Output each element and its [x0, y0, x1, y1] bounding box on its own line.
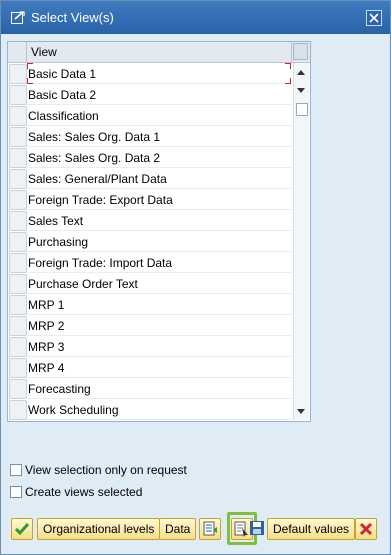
row-selector[interactable]	[9, 379, 27, 399]
row-selector[interactable]	[9, 253, 27, 273]
view-cell[interactable]: Sales: Sales Org. Data 1	[28, 126, 292, 147]
focus-marker	[27, 63, 33, 69]
row-selector[interactable]	[9, 85, 27, 105]
row-selector[interactable]	[9, 127, 27, 147]
option-create-views-selected[interactable]: Create views selected	[10, 484, 142, 500]
select-all-header[interactable]	[8, 42, 27, 62]
view-cell[interactable]: Purchasing	[28, 231, 292, 252]
table-row[interactable]: MRP 4	[8, 357, 292, 378]
scroll-thumb[interactable]	[296, 103, 308, 116]
view-cell[interactable]: Classification	[28, 105, 292, 126]
view-cell[interactable]: MRP 3	[28, 336, 292, 357]
views-table: View Basic Data 1 Basic Data 2 Classific…	[7, 41, 311, 422]
option-view-selection-only[interactable]: View selection only on request	[10, 462, 187, 478]
table-body: Basic Data 1 Basic Data 2 Classification…	[8, 63, 292, 420]
table-row[interactable]: Foreign Trade: Import Data	[8, 252, 292, 273]
default-values-button[interactable]: Default values	[267, 518, 356, 540]
table-row[interactable]: MRP 2	[8, 315, 292, 336]
row-selector[interactable]	[9, 337, 27, 357]
select-view-icon	[11, 11, 25, 24]
select-views-dialog: Select View(s) View Basic Data 1 Basic D…	[0, 0, 391, 555]
view-cell[interactable]: Foreign Trade: Export Data	[28, 189, 292, 210]
close-icon	[369, 13, 379, 23]
row-selector[interactable]	[9, 148, 27, 168]
row-selector[interactable]	[9, 190, 27, 210]
table-row[interactable]: Work Scheduling	[8, 399, 292, 420]
window-title: Select View(s)	[31, 10, 114, 25]
view-cell[interactable]: Work Scheduling	[28, 399, 292, 420]
row-selector[interactable]	[9, 400, 27, 420]
table-row[interactable]: Basic Data 1	[8, 63, 292, 84]
table-row[interactable]: Foreign Trade: Export Data	[8, 189, 292, 210]
view-cell[interactable]: Sales Text	[28, 210, 292, 231]
save-icon	[250, 521, 264, 535]
cancel-icon	[359, 522, 373, 536]
scroll-up-icon[interactable]	[297, 70, 305, 75]
table-row[interactable]: Purchasing	[8, 231, 292, 252]
row-selector[interactable]	[9, 211, 27, 231]
select-all-icon	[203, 521, 217, 536]
checkmark-icon	[14, 523, 30, 536]
table-row[interactable]: Purchase Order Text	[8, 273, 292, 294]
close-button[interactable]	[366, 10, 382, 26]
table-row[interactable]: Sales: General/Plant Data	[8, 168, 292, 189]
title-bar: Select View(s)	[1, 1, 390, 34]
table-settings-button[interactable]	[293, 43, 308, 60]
row-selector[interactable]	[9, 64, 27, 84]
table-row[interactable]: Basic Data 2	[8, 84, 292, 105]
dialog-toolbar: Organizational levels Data Default value…	[11, 512, 383, 545]
organizational-levels-button[interactable]: Organizational levels	[37, 518, 161, 540]
table-row[interactable]: Forecasting	[8, 378, 292, 399]
table-row[interactable]: Classification	[8, 105, 292, 126]
cancel-button[interactable]	[355, 518, 377, 540]
continue-button[interactable]	[11, 518, 33, 540]
view-cell[interactable]: Basic Data 1	[28, 63, 292, 84]
save-default-button[interactable]	[247, 518, 269, 540]
view-cell[interactable]: Sales: Sales Org. Data 2	[28, 147, 292, 168]
view-cell[interactable]: Sales: General/Plant Data	[28, 168, 292, 189]
view-cell[interactable]: Basic Data 2	[28, 84, 292, 105]
table-row[interactable]: MRP 3	[8, 336, 292, 357]
table-header: View	[8, 42, 310, 63]
row-selector[interactable]	[9, 358, 27, 378]
scroll-down-icon[interactable]	[297, 409, 305, 414]
view-cell[interactable]: MRP 2	[28, 315, 292, 336]
scroll-down-icon[interactable]	[297, 88, 305, 93]
vertical-scrollbar[interactable]	[293, 63, 309, 420]
row-selector[interactable]	[9, 316, 27, 336]
select-all-button[interactable]	[199, 518, 221, 540]
view-cell[interactable]: Purchase Order Text	[28, 273, 292, 294]
row-selector[interactable]	[9, 232, 27, 252]
view-cell[interactable]: MRP 4	[28, 357, 292, 378]
view-cell[interactable]: Forecasting	[28, 378, 292, 399]
row-selector[interactable]	[9, 106, 27, 126]
focus-marker	[285, 63, 291, 69]
create-views-selected-checkbox[interactable]	[10, 486, 22, 498]
data-button[interactable]: Data	[159, 518, 197, 540]
table-row[interactable]: Sales: Sales Org. Data 1	[8, 126, 292, 147]
view-selection-only-checkbox[interactable]	[10, 464, 22, 476]
row-selector[interactable]	[9, 274, 27, 294]
view-cell[interactable]: MRP 1	[28, 294, 292, 315]
column-header-view[interactable]: View	[28, 42, 292, 62]
view-cell[interactable]: Foreign Trade: Import Data	[28, 252, 292, 273]
table-row[interactable]: Sales: Sales Org. Data 2	[8, 147, 292, 168]
table-row[interactable]: MRP 1	[8, 294, 292, 315]
table-row[interactable]: Sales Text	[8, 210, 292, 231]
row-selector[interactable]	[9, 295, 27, 315]
view-selection-only-label: View selection only on request	[25, 463, 187, 477]
row-selector[interactable]	[9, 169, 27, 189]
create-views-selected-label: Create views selected	[25, 485, 143, 499]
